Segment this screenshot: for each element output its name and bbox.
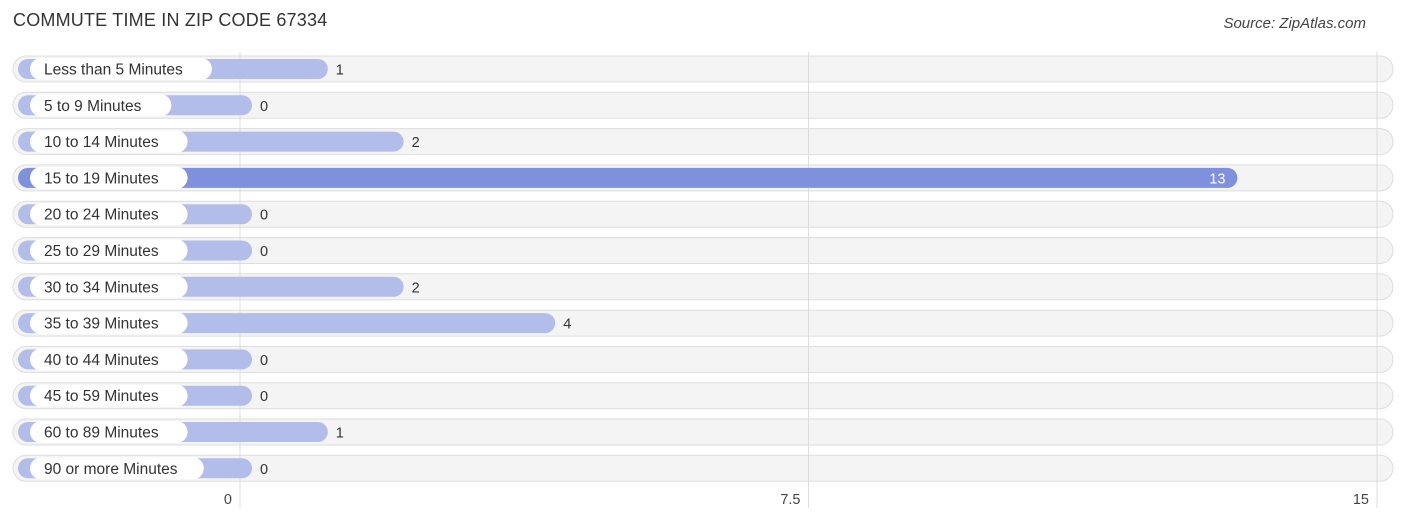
- value-label: 1: [336, 426, 344, 442]
- bar-chart: Less than 5 Minutes 1 5 to 9 Minutes 0 10 to…: [12, 52, 1394, 508]
- bar-rows: [12, 55, 1394, 482]
- x-tick-label: 7.5: [780, 492, 800, 508]
- value-label: 2: [412, 280, 420, 296]
- bar-group: 5 to 9 Minutes 0: [18, 94, 268, 117]
- bar-group: Less than 5 Minutes 1: [18, 58, 344, 80]
- value-label: 0: [260, 462, 268, 478]
- category-label: 20 to 24 Minutes: [44, 207, 159, 224]
- bar-group: 90 or more Minutes 0: [18, 457, 268, 480]
- category-label: 25 to 29 Minutes: [44, 243, 159, 260]
- bar-group: 60 to 89 Minutes 1: [18, 421, 344, 443]
- category-label: Less than 5 Minutes: [44, 62, 183, 79]
- bar-group: 35 to 39 Minutes 4: [18, 312, 571, 335]
- bar-group: 40 to 44 Minutes 0: [18, 348, 268, 371]
- bar-group: 30 to 34 Minutes 2: [18, 275, 420, 298]
- category-label: 35 to 39 Minutes: [44, 316, 159, 333]
- category-label: 30 to 34 Minutes: [44, 279, 159, 296]
- bar-group: 45 to 59 Minutes 0: [18, 384, 268, 407]
- category-label: 5 to 9 Minutes: [44, 98, 142, 115]
- value-label: 0: [260, 389, 268, 405]
- bar-group: 15 to 19 Minutes 13: [18, 166, 1238, 189]
- value-label: 0: [260, 99, 268, 115]
- value-label: 13: [1209, 171, 1225, 187]
- bars: Less than 5 Minutes 1 5 to 9 Minutes 0 10 to…: [18, 58, 1238, 480]
- bar-group: 25 to 29 Minutes 0: [18, 239, 268, 262]
- x-tick-label: 15: [1353, 492, 1369, 508]
- value-label: 4: [563, 317, 571, 333]
- bar: [18, 167, 1238, 188]
- value-label: 2: [412, 135, 420, 151]
- value-label: 0: [260, 244, 268, 260]
- x-axis-ticks: 0 7.5 15: [224, 492, 1369, 508]
- category-label: 15 to 19 Minutes: [44, 170, 159, 187]
- category-label: 90 or more Minutes: [44, 461, 178, 478]
- bar-group: 10 to 14 Minutes 2: [18, 130, 420, 153]
- category-label: 45 to 59 Minutes: [44, 388, 159, 405]
- value-label: 0: [260, 208, 268, 224]
- value-label: 1: [336, 63, 344, 79]
- category-label: 60 to 89 Minutes: [44, 425, 159, 442]
- x-tick-label: 0: [224, 492, 232, 508]
- category-label: 10 to 14 Minutes: [44, 134, 159, 151]
- value-label: 0: [260, 353, 268, 369]
- bar-group: 20 to 24 Minutes 0: [18, 203, 268, 226]
- category-label: 40 to 44 Minutes: [44, 352, 159, 369]
